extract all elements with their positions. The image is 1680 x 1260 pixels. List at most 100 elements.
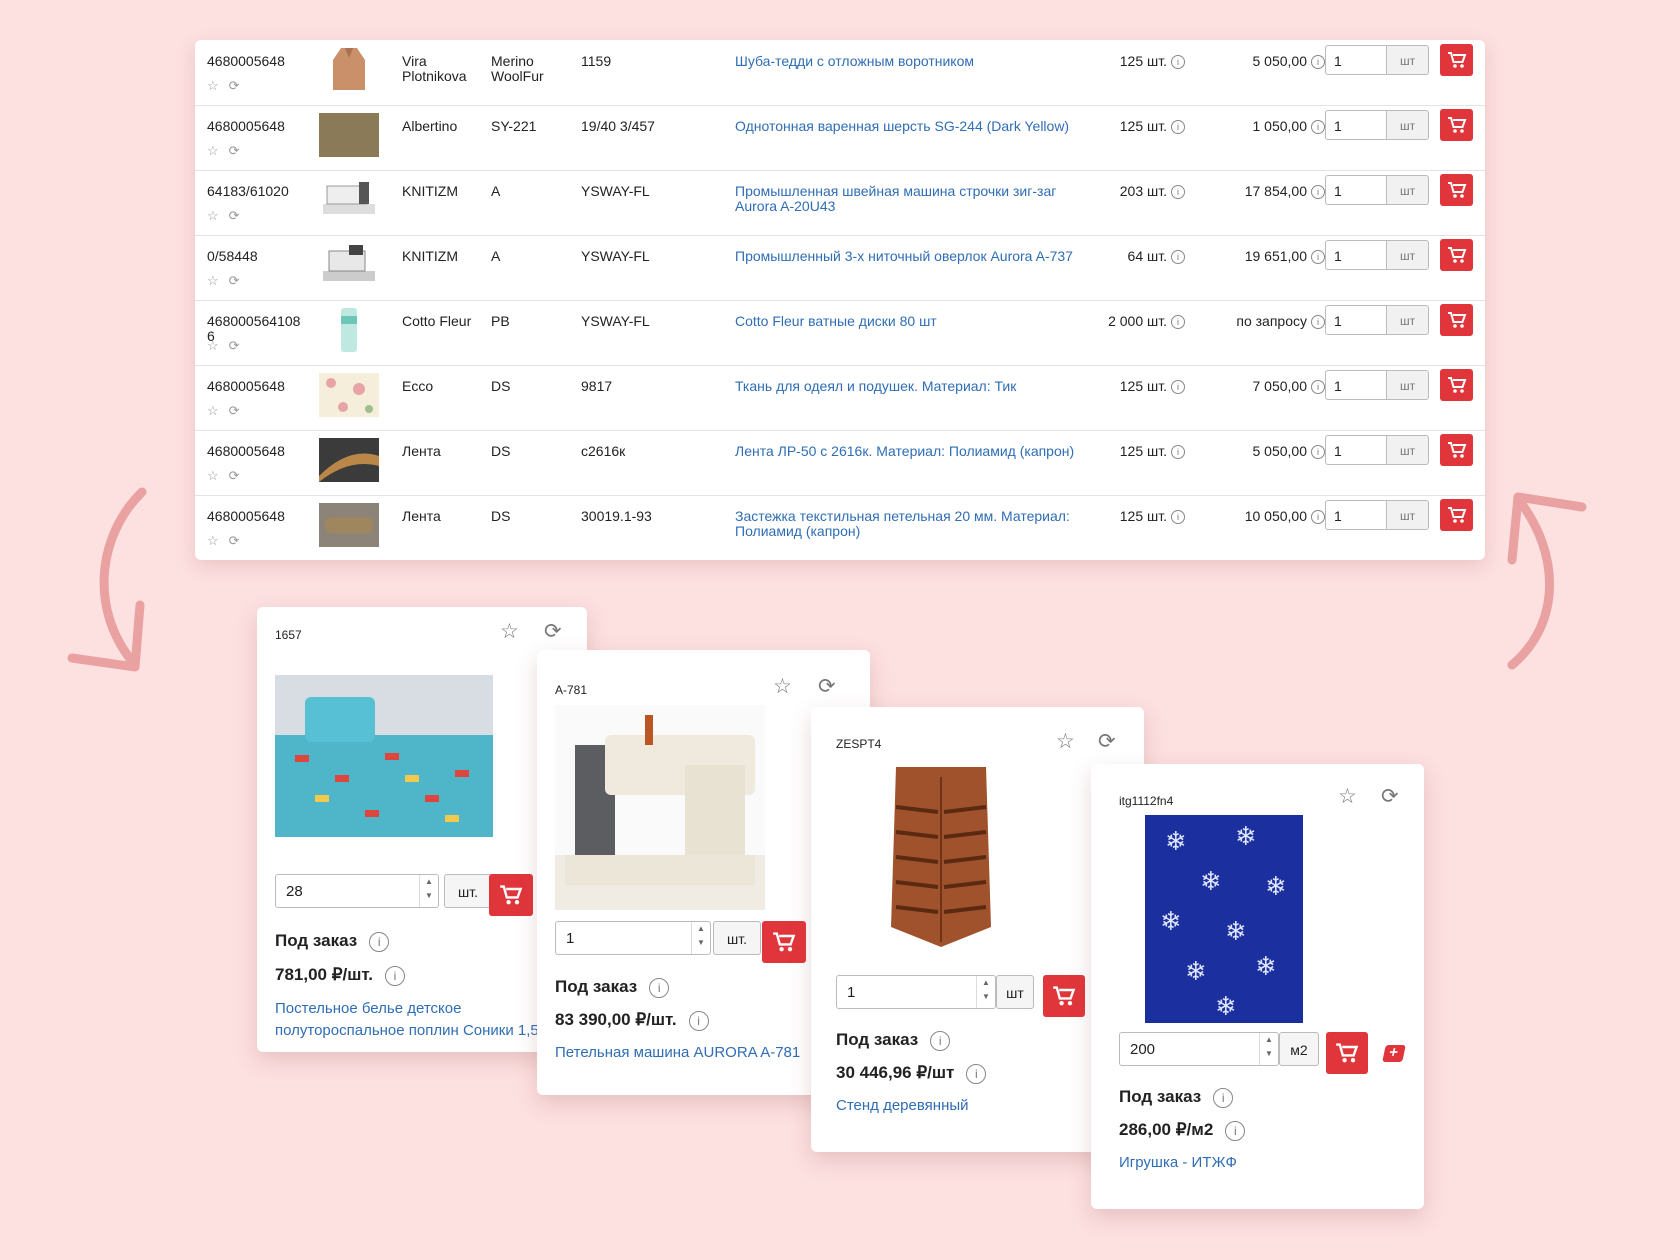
product-thumbnail[interactable] xyxy=(319,172,379,230)
quantity-input[interactable]: 1 xyxy=(1325,175,1387,205)
star-icon[interactable]: ☆ xyxy=(207,143,219,158)
info-icon[interactable]: i xyxy=(1311,185,1325,200)
product-name-link[interactable]: Постельное белье детское полутороспально… xyxy=(275,998,545,1042)
unit-select[interactable]: шт xyxy=(1387,370,1429,400)
info-icon[interactable]: i xyxy=(1171,315,1185,330)
compare-icon[interactable]: ⟳ xyxy=(229,78,240,93)
quantity-stepper[interactable]: ▲ ▼ xyxy=(691,922,710,954)
star-icon[interactable]: ☆ xyxy=(207,338,219,353)
info-icon[interactable]: i xyxy=(1171,120,1185,135)
star-icon[interactable]: ☆ xyxy=(1338,784,1357,809)
star-icon[interactable]: ☆ xyxy=(1056,729,1075,754)
product-thumbnail[interactable] xyxy=(319,302,379,360)
quantity-stepper[interactable]: ▲ ▼ xyxy=(1259,1033,1278,1065)
compare-icon[interactable]: ⟳ xyxy=(229,273,240,288)
compare-icon[interactable]: ⟳ xyxy=(544,619,562,644)
quantity-input[interactable]: 1 xyxy=(1325,435,1387,465)
add-to-cart-button[interactable] xyxy=(1440,44,1473,76)
info-icon[interactable]: i xyxy=(1311,120,1325,135)
product-name-link[interactable]: Шуба-тедди с отложным воротником xyxy=(735,54,1095,69)
info-icon[interactable]: i xyxy=(1171,445,1185,460)
info-icon[interactable]: i xyxy=(1171,185,1185,200)
add-to-cart-button[interactable] xyxy=(1440,499,1473,531)
product-thumbnail[interactable] xyxy=(319,367,379,425)
quantity-stepper[interactable]: ▲ ▼ xyxy=(976,976,995,1008)
info-icon[interactable]: i xyxy=(1171,55,1185,70)
unit-select[interactable]: шт xyxy=(1387,175,1429,205)
info-icon[interactable]: i xyxy=(1311,55,1325,70)
unit-select[interactable]: шт xyxy=(1387,305,1429,335)
add-to-cart-button[interactable] xyxy=(1326,1032,1368,1074)
product-name-link[interactable]: Cotto Fleur ватные диски 80 шт xyxy=(735,314,1095,329)
info-icon[interactable]: i xyxy=(1311,445,1325,460)
info-icon[interactable]: i xyxy=(1311,250,1325,265)
info-icon[interactable]: i xyxy=(384,965,405,986)
quantity-input[interactable]: 1 ▲ ▼ xyxy=(836,975,996,1009)
info-icon[interactable]: i xyxy=(688,1010,709,1031)
add-to-cart-button[interactable] xyxy=(1440,304,1473,336)
product-name-link[interactable]: Ткань для одеял и подушек. Материал: Тик xyxy=(735,379,1095,394)
compare-icon[interactable]: ⟳ xyxy=(1098,729,1116,754)
product-thumbnail[interactable] xyxy=(319,432,379,490)
compare-icon[interactable]: ⟳ xyxy=(1381,784,1399,809)
compare-icon[interactable]: ⟳ xyxy=(229,403,240,418)
info-icon[interactable]: i xyxy=(1311,315,1325,330)
unit-select[interactable]: шт xyxy=(1387,45,1429,75)
info-icon[interactable]: i xyxy=(1213,1087,1234,1108)
product-name-link[interactable]: Однотонная варенная шерсть SG-244 (Dark … xyxy=(735,119,1095,134)
product-image[interactable] xyxy=(876,757,1006,967)
product-image[interactable] xyxy=(555,705,765,910)
product-name-link[interactable]: Промышленная швейная машина строчки зиг-… xyxy=(735,184,1095,214)
quantity-input[interactable]: 1 xyxy=(1325,45,1387,75)
info-icon[interactable]: i xyxy=(966,1063,987,1084)
add-to-cart-button[interactable] xyxy=(1440,434,1473,466)
compare-icon[interactable]: ⟳ xyxy=(229,468,240,483)
product-name-link[interactable]: Игрушка - ИТЖФ xyxy=(1119,1152,1379,1174)
compare-icon[interactable]: ⟳ xyxy=(818,674,836,699)
info-icon[interactable]: i xyxy=(1171,510,1185,525)
product-name-link[interactable]: Петельная машина AURORA A-781 xyxy=(555,1042,815,1064)
unit-select[interactable]: шт xyxy=(1387,240,1429,270)
info-icon[interactable]: i xyxy=(1171,380,1185,395)
star-icon[interactable]: ☆ xyxy=(207,468,219,483)
star-icon[interactable]: ☆ xyxy=(207,208,219,223)
star-icon[interactable]: ☆ xyxy=(207,273,219,288)
star-icon[interactable]: ☆ xyxy=(207,533,219,548)
quantity-input[interactable]: 28 ▲ ▼ xyxy=(275,874,439,908)
quantity-input[interactable]: 1 xyxy=(1325,110,1387,140)
star-icon[interactable]: ☆ xyxy=(207,403,219,418)
product-name-link[interactable]: Промышленный 3-х ниточный оверлок Aurora… xyxy=(735,249,1095,264)
product-image[interactable]: ❄ ❄❄ ❄❄ ❄❄ ❄❄ xyxy=(1145,815,1303,1023)
product-name-link[interactable]: Стенд деревянный xyxy=(836,1095,1096,1117)
product-name-link[interactable]: Застежка текстильная петельная 20 мм. Ма… xyxy=(735,509,1095,539)
star-icon[interactable]: ☆ xyxy=(207,78,219,93)
compare-icon[interactable]: ⟳ xyxy=(229,533,240,548)
product-thumbnail[interactable] xyxy=(319,497,379,555)
star-icon[interactable]: ☆ xyxy=(773,674,792,699)
info-icon[interactable]: i xyxy=(649,977,670,998)
add-to-cart-button[interactable] xyxy=(1440,369,1473,401)
compare-icon[interactable]: ⟳ xyxy=(229,338,240,353)
product-thumbnail[interactable] xyxy=(319,42,379,100)
unit-select[interactable]: шт xyxy=(1387,110,1429,140)
unit-select[interactable]: шт xyxy=(1387,500,1429,530)
quantity-input[interactable]: 1 xyxy=(1325,500,1387,530)
product-thumbnail[interactable] xyxy=(319,237,379,295)
add-to-cart-button[interactable] xyxy=(1440,109,1473,141)
unit-select[interactable]: шт. xyxy=(444,874,492,908)
add-to-cart-button[interactable] xyxy=(1440,239,1473,271)
compare-icon[interactable]: ⟳ xyxy=(229,143,240,158)
unit-select[interactable]: м2 xyxy=(1279,1032,1319,1066)
unit-select[interactable]: шт. xyxy=(713,921,761,955)
add-to-cart-plus-icon[interactable]: + xyxy=(1382,1044,1406,1062)
info-icon[interactable]: i xyxy=(1311,510,1325,525)
info-icon[interactable]: i xyxy=(930,1030,951,1051)
info-icon[interactable]: i xyxy=(1311,380,1325,395)
star-icon[interactable]: ☆ xyxy=(500,619,519,644)
info-icon[interactable]: i xyxy=(369,931,390,952)
quantity-stepper[interactable]: ▲ ▼ xyxy=(419,875,438,907)
add-to-cart-button[interactable] xyxy=(1440,174,1473,206)
add-to-cart-button[interactable] xyxy=(1043,975,1085,1017)
unit-select[interactable]: шт xyxy=(1387,435,1429,465)
quantity-input[interactable]: 200 ▲ ▼ xyxy=(1119,1032,1279,1066)
